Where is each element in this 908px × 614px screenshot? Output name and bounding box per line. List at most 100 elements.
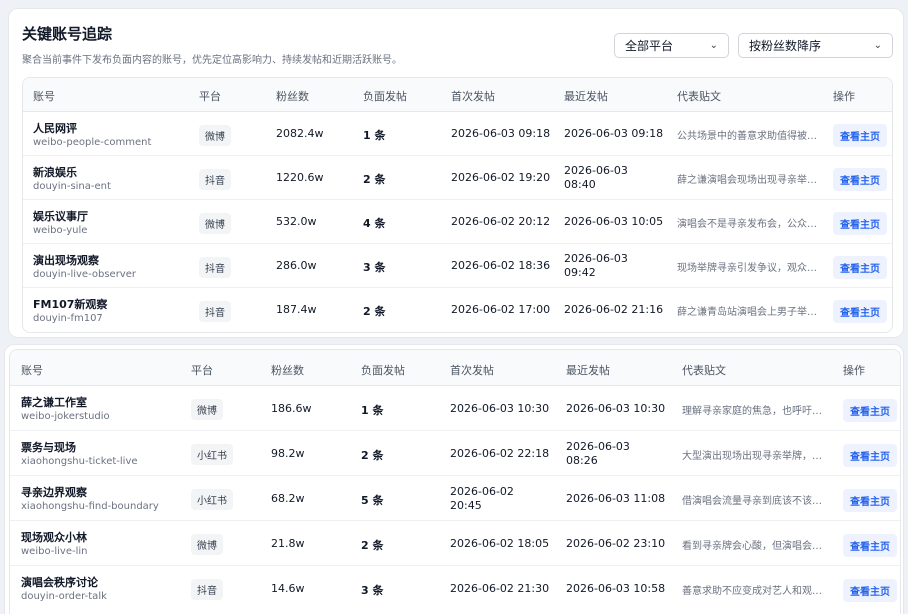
- table-row: 娱乐议事厅 weibo-yule 微博 532.0w 4 条 2026-06-0…: [23, 200, 892, 244]
- account-handle: weibo-people-comment: [33, 137, 152, 148]
- col-account: 账号: [21, 364, 43, 377]
- fans-count: 186.6w: [271, 402, 312, 415]
- chevron-down-icon: ⌄: [873, 40, 882, 51]
- platform-badge: 抖音: [199, 257, 231, 278]
- platform-badge: 抖音: [199, 301, 231, 322]
- col-first: 首次发帖: [451, 90, 495, 103]
- view-profile-button[interactable]: 查看主页: [843, 399, 897, 422]
- account-handle: xiaohongshu-ticket-live: [21, 456, 138, 467]
- account-name: 演出现场观察: [33, 254, 99, 267]
- sample-post: 借演唱会流量寻亲到底该不该…: [682, 496, 822, 507]
- platform-badge: 小红书: [191, 444, 233, 465]
- view-profile-button[interactable]: 查看主页: [833, 256, 887, 279]
- table-header: 账号 平台 粉丝数 负面发帖 首次发帖 最近发帖 代表贴文 操作: [10, 350, 900, 386]
- view-profile-button[interactable]: 查看主页: [843, 579, 897, 602]
- key-accounts-panel-continued: 账号 平台 粉丝数 负面发帖 首次发帖 最近发帖 代表贴文 操作 薛之谦工作室 …: [4, 344, 904, 614]
- key-accounts-panel: 关键账号追踪 聚合当前事件下发布负面内容的账号，优先定位高影响力、持续发帖和近期…: [8, 8, 904, 338]
- table-row: 票务与现场 xiaohongshu-ticket-live 小红书 98.2w …: [10, 431, 900, 476]
- first-post-time: 2026-06-02 20:12: [451, 215, 551, 228]
- latest-post-clock: 09:42: [564, 266, 596, 279]
- latest-post-date: 2026-06-03: [566, 440, 630, 453]
- view-profile-button[interactable]: 查看主页: [843, 489, 897, 512]
- first-post-time: 2026-06-02 18:36: [451, 259, 551, 272]
- col-fans: 粉丝数: [271, 364, 304, 377]
- latest-post-time: 2026-06-02 23:10: [566, 537, 666, 550]
- table-row: 人民网评 weibo-people-comment 微博 2082.4w 1 条…: [23, 112, 892, 156]
- table-row: FM107新观察 douyin-fm107 抖音 187.4w 2 条 2026…: [23, 288, 892, 332]
- latest-post-date: 2026-06-03: [564, 164, 628, 177]
- latest-post-clock: 08:40: [564, 178, 596, 191]
- page-subtitle: 聚合当前事件下发布负面内容的账号，优先定位高影响力、持续发帖和近期活跃账号。: [22, 55, 402, 66]
- negative-count: 2 条: [361, 449, 384, 462]
- col-sample: 代表贴文: [677, 90, 721, 103]
- col-platform: 平台: [191, 364, 213, 377]
- first-post-time: 2026-06-02 22:18: [450, 447, 550, 460]
- fans-count: 187.4w: [276, 303, 317, 316]
- view-profile-button[interactable]: 查看主页: [833, 124, 887, 147]
- negative-count: 2 条: [361, 539, 384, 552]
- platform-filter-select[interactable]: 全部平台 ⌄: [614, 33, 729, 58]
- latest-post-time: 2026-06-03 10:30: [566, 402, 666, 415]
- sample-post: 薛之谦演唱会现场出现寻亲举…: [677, 175, 817, 186]
- account-name: 现场观众小林: [21, 531, 87, 544]
- sort-value: 按粉丝数降序: [749, 39, 822, 53]
- fans-count: 14.6w: [271, 582, 305, 595]
- accounts-table: 账号 平台 粉丝数 负面发帖 首次发帖 最近发帖 代表贴文 操作 薛之谦工作室 …: [9, 349, 901, 614]
- negative-count: 5 条: [361, 494, 384, 507]
- fans-count: 1220.6w: [276, 171, 324, 184]
- first-post-time: 2026-06-03 10:30: [450, 402, 550, 415]
- col-latest: 最近发帖: [564, 90, 608, 103]
- table-row: 薛之谦工作室 weibo-jokerstudio 微博 186.6w 1 条 2…: [10, 386, 900, 431]
- table-header: 账号 平台 粉丝数 负面发帖 首次发帖 最近发帖 代表贴文 操作: [23, 78, 892, 112]
- latest-post-time: 2026-06-03 10:58: [566, 582, 666, 595]
- col-negative: 负面发帖: [361, 364, 405, 377]
- latest-post-time: 2026-06-02 21:16: [564, 303, 664, 316]
- platform-badge: 微博: [199, 213, 231, 234]
- view-profile-button[interactable]: 查看主页: [833, 168, 887, 191]
- account-name: 票务与现场: [21, 441, 76, 454]
- fans-count: 21.8w: [271, 537, 305, 550]
- account-name: 薛之谦工作室: [21, 396, 87, 409]
- account-handle: weibo-yule: [33, 225, 88, 236]
- latest-post-date: 2026-06-03: [564, 252, 628, 265]
- col-platform: 平台: [199, 90, 221, 103]
- latest-post-time: 2026-06-03 11:08: [566, 492, 666, 505]
- view-profile-button[interactable]: 查看主页: [843, 444, 897, 467]
- col-latest: 最近发帖: [566, 364, 610, 377]
- first-post-time: 2026-06-02 18:05: [450, 537, 550, 550]
- fans-count: 68.2w: [271, 492, 305, 505]
- sort-select[interactable]: 按粉丝数降序 ⌄: [738, 33, 893, 58]
- account-handle: douyin-sina-ent: [33, 181, 111, 192]
- table-row: 新浪娱乐 douyin-sina-ent 抖音 1220.6w 2 条 2026…: [23, 156, 892, 200]
- view-profile-button[interactable]: 查看主页: [833, 212, 887, 235]
- negative-count: 1 条: [363, 129, 386, 142]
- first-post-date: 2026-06-02: [450, 485, 514, 498]
- sample-post: 善意求助不应变成对艺人和观…: [682, 586, 822, 597]
- sample-post: 薛之谦青岛站演唱会上男子举…: [677, 307, 817, 318]
- account-name: 新浪娱乐: [33, 166, 77, 179]
- view-profile-button[interactable]: 查看主页: [843, 534, 897, 557]
- first-post-time: 2026-06-02 19:20: [451, 171, 551, 184]
- account-name: 娱乐议事厅: [33, 210, 88, 223]
- latest-post-time: 2026-06-03 09:18: [564, 127, 664, 140]
- negative-count: 2 条: [363, 305, 386, 318]
- accounts-table: 账号 平台 粉丝数 负面发帖 首次发帖 最近发帖 代表贴文 操作 人民网评 we…: [22, 77, 893, 333]
- col-first: 首次发帖: [450, 364, 494, 377]
- latest-post-time: 2026-06-03 10:05: [564, 215, 664, 228]
- col-negative: 负面发帖: [363, 90, 407, 103]
- fans-count: 532.0w: [276, 215, 317, 228]
- fans-count: 2082.4w: [276, 127, 324, 140]
- account-handle: douyin-live-observer: [33, 269, 136, 280]
- table-row: 演出现场观察 douyin-live-observer 抖音 286.0w 3 …: [23, 244, 892, 288]
- account-name: 人民网评: [33, 122, 77, 135]
- account-handle: weibo-live-lin: [21, 546, 88, 557]
- platform-badge: 微博: [191, 399, 223, 420]
- table-row: 寻亲边界观察 xiaohongshu-find-boundary 小红书 68.…: [10, 476, 900, 521]
- account-handle: douyin-fm107: [33, 313, 103, 324]
- view-profile-button[interactable]: 查看主页: [833, 300, 887, 323]
- col-account: 账号: [33, 90, 55, 103]
- sample-post: 现场举牌寻亲引发争议，观众…: [677, 263, 817, 274]
- sample-post: 公共场景中的善意求助值得被…: [677, 131, 817, 142]
- col-action: 操作: [833, 90, 855, 103]
- table-row: 现场观众小林 weibo-live-lin 微博 21.8w 2 条 2026-…: [10, 521, 900, 566]
